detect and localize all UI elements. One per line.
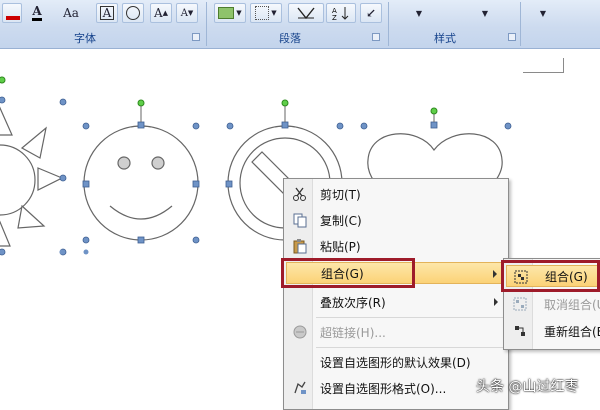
menu-item-format-shape[interactable]: 设置自选图形格式(O)... [286,377,506,399]
regroup-icon [515,326,525,336]
chevron-down-icon: ▼ [236,9,242,17]
borders-icon [255,6,270,20]
submenu-item-ungroup: 取消组合(U) [506,293,600,315]
pilcrow-icon: ↙ [365,6,377,20]
font-color-label: A [32,5,42,21]
ribbon: A Aa A A ▲ A ▼ ▼ ▼ AZ ↙ ▼ ▼ ▼ 字体 段落 样式 [0,0,600,49]
menu-item-copy[interactable]: 复制(C) [286,209,506,231]
format-shape-icon [294,381,306,394]
group-label-styles: 样式 [434,32,456,45]
menu-separator [316,317,504,318]
enclose-char-icon [126,6,140,20]
styles-dropdown-2[interactable]: ▼ [470,3,500,23]
smiley-rotate-handle[interactable] [137,99,145,107]
menu-item-paste-label: 粘贴(P) [320,239,361,254]
shading-icon [218,7,235,19]
submenu-item-group[interactable]: 组合(G) [506,265,600,287]
heart-rotate-handle[interactable] [430,107,438,115]
menu-item-format-shape-label: 设置自选图形格式(O)... [320,381,447,396]
svg-text:Z: Z [332,14,337,21]
menu-item-paste[interactable]: 粘贴(P) [286,235,506,257]
shading-button[interactable]: ▼ [214,3,246,23]
char-border-button[interactable]: A [96,3,118,23]
menu-item-group[interactable]: 组合(G) [286,262,506,284]
menu-item-default-effect-label: 设置自选图形的默认效果(D) [320,355,471,370]
submenu-item-group-label: 组合(G) [545,269,588,284]
menu-item-hyperlink: 超链接(H)... [286,321,506,343]
ribbon-separator [388,2,389,46]
show-marks-button[interactable]: ↙ [360,3,382,23]
borders-button[interactable]: ▼ [250,3,282,23]
char-border-label: A [99,6,115,20]
submenu-arrow-icon [493,270,497,278]
styles-dropdown-1[interactable]: ▼ [404,3,434,23]
grow-font-label: A [153,6,163,20]
submenu-item-regroup[interactable]: 重新组合(E) [506,320,600,342]
chevron-down-icon: ▼ [271,9,277,17]
smiley-shape[interactable] [83,125,199,241]
menu-item-order[interactable]: 叠放次序(R) [286,291,506,313]
menu-item-copy-label: 复制(C) [320,213,362,228]
no-symbol-rotate-handle[interactable] [281,99,289,107]
group-submenu: 组合(G) 取消组合(U) 重新组合(E) [503,258,600,350]
ungroup-icon [513,297,527,311]
menu-separator [316,347,504,348]
watermark-text: 头条 @山过红枣 [476,379,579,395]
menu-item-hyperlink-label: 超链接(H)... [320,325,386,340]
menu-item-cut-label: 剪切(T) [320,187,361,202]
styles-more-button[interactable]: ▼ [528,3,558,23]
enclose-char-button[interactable] [122,3,144,23]
grow-font-button[interactable]: A ▲ [150,3,172,23]
chinese-layout-icon [297,7,315,20]
shrink-font-label: A [180,7,188,19]
styles-dialog-launcher[interactable] [508,33,516,41]
submenu-arrow-icon [494,298,498,306]
sort-button[interactable]: AZ [326,3,356,23]
hyperlink-icon [293,325,307,339]
menu-item-default-effect[interactable]: 设置自选图形的默认效果(D) [286,351,506,373]
paragraph-dialog-launcher[interactable] [372,33,380,41]
submenu-item-regroup-label: 重新组合(E) [544,324,600,339]
menu-item-order-label: 叠放次序(R) [320,295,386,310]
font-color-button[interactable] [2,3,22,23]
paste-icon [293,239,307,254]
copy-icon [293,213,307,228]
group-label-paragraph: 段落 [279,32,301,45]
shrink-font-button[interactable]: A ▼ [176,3,198,23]
scissors-icon [293,187,306,201]
group-icon [514,270,528,284]
sun-rotate-handle[interactable] [0,76,6,84]
sun-shape[interactable] [0,106,64,247]
sort-icon: AZ [332,7,349,21]
font-dialog-launcher[interactable] [192,33,200,41]
change-case-button[interactable]: Aa [58,3,84,23]
submenu-item-ungroup-label: 取消组合(U) [544,297,600,312]
page-corner-marker [523,58,564,73]
group-label-font: 字体 [74,32,96,45]
menu-item-cut[interactable]: 剪切(T) [286,183,506,205]
menu-item-group-label: 组合(G) [321,266,364,281]
change-case-label: Aa [63,6,79,20]
ribbon-separator [206,2,207,46]
font-color-text-button[interactable]: A [26,3,48,23]
chinese-layout-button[interactable] [288,3,324,23]
ribbon-separator [520,2,521,46]
heart-selection-handles[interactable] [360,121,512,130]
